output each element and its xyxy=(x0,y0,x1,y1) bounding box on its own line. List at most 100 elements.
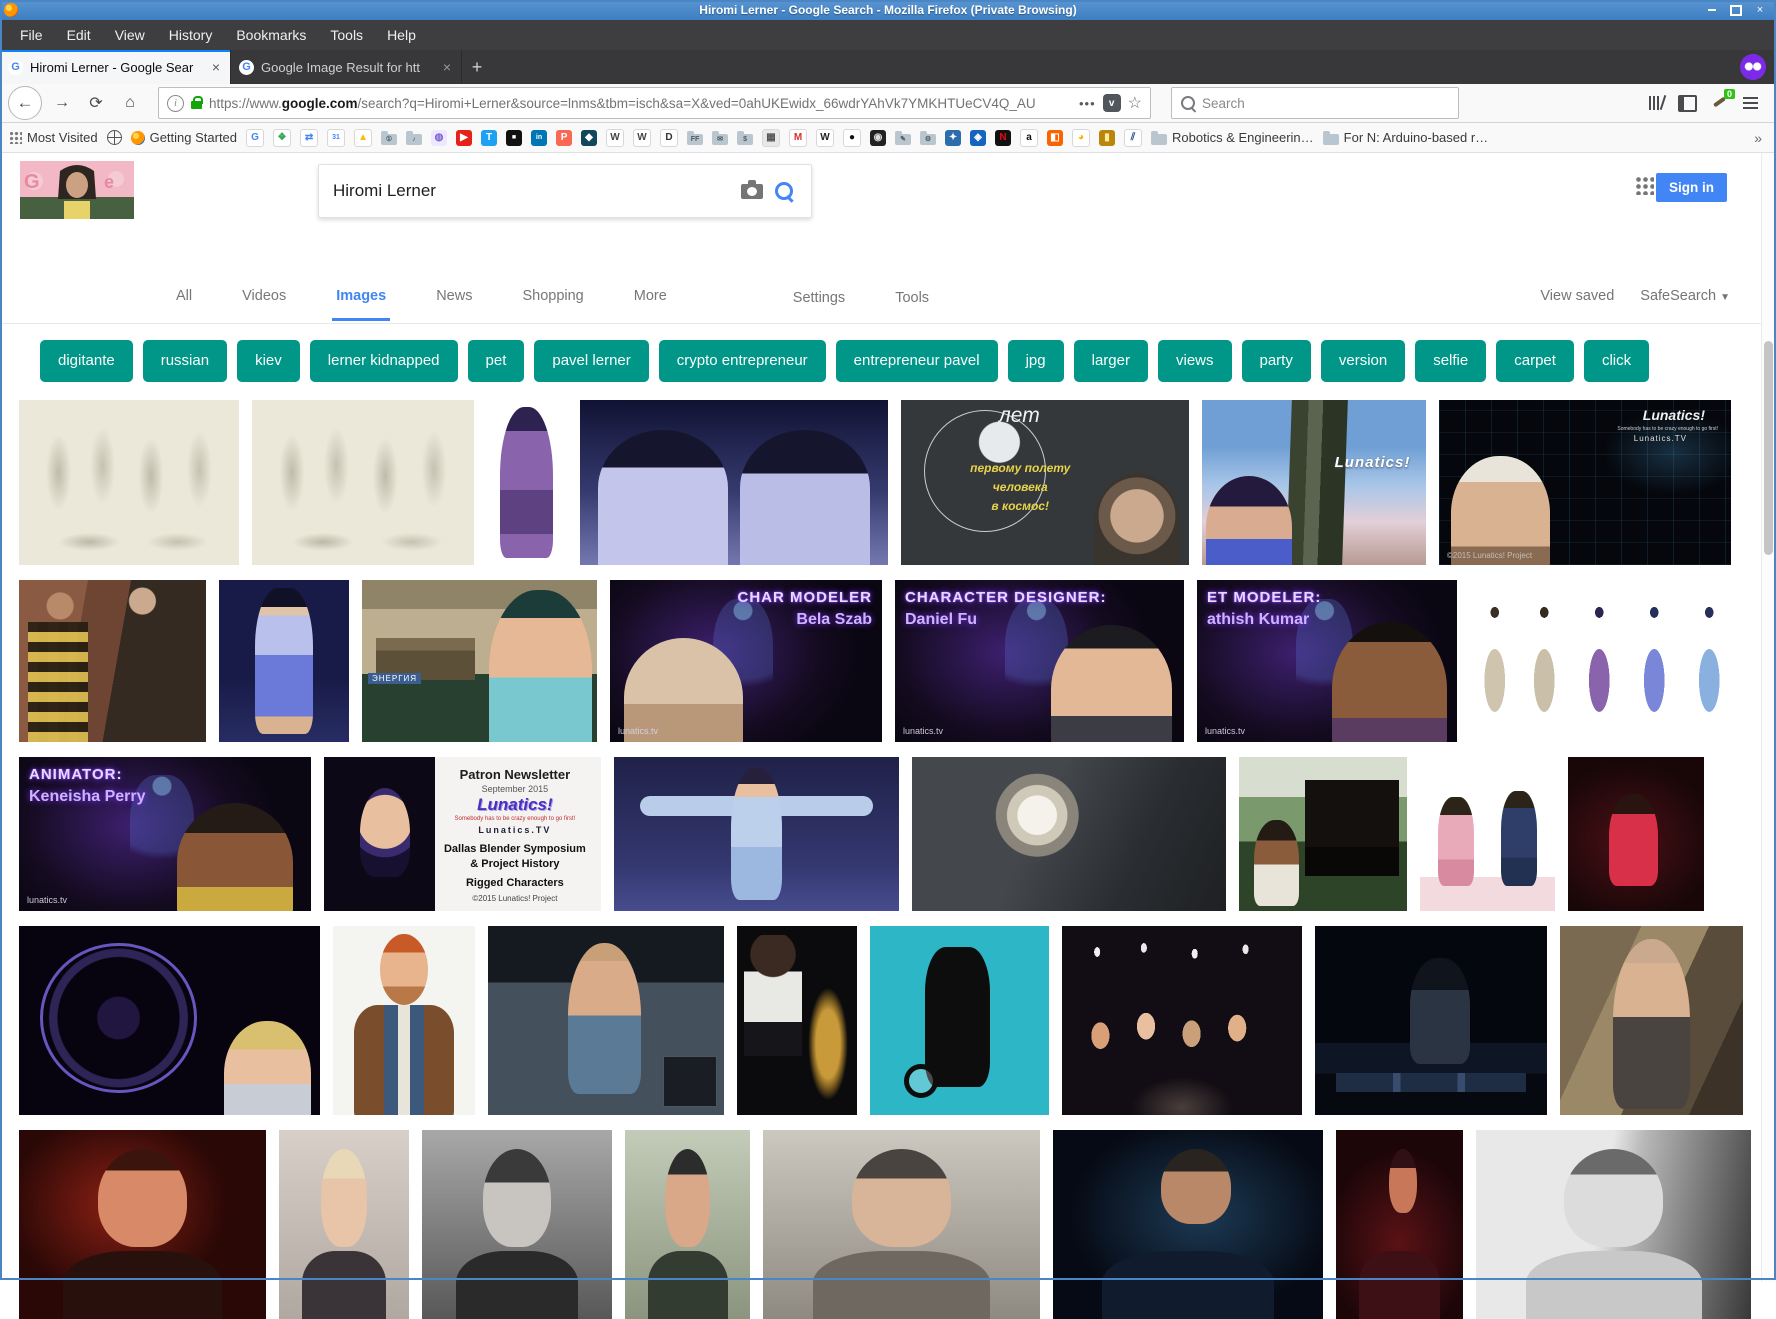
scrollbar-thumb[interactable] xyxy=(1764,341,1773,555)
bookmark-favicon[interactable]: ▦ xyxy=(762,129,780,147)
party-group-photo[interactable] xyxy=(1062,926,1302,1115)
bookmark-favicon[interactable]: ◕ xyxy=(1072,129,1090,147)
chip-selfie[interactable]: selfie xyxy=(1415,340,1486,382)
bookmark-favicon[interactable]: 31 xyxy=(327,129,345,147)
minimize-button[interactable] xyxy=(1704,4,1720,17)
photo-two-people-brick-wall[interactable] xyxy=(19,580,206,742)
home-button[interactable]: ⌂ xyxy=(116,89,144,117)
browser-search-field[interactable]: Search xyxy=(1171,87,1459,119)
flat-illustration-two-women[interactable] xyxy=(1420,757,1555,911)
library-icon[interactable] xyxy=(1648,95,1664,111)
bookmark-favicon[interactable]: a xyxy=(1020,129,1038,147)
menu-tools[interactable]: Tools xyxy=(320,23,373,47)
chip-digitante[interactable]: digitante xyxy=(40,340,133,382)
bookmark-favicon[interactable]: ◆ xyxy=(581,130,597,146)
menu-view[interactable]: View xyxy=(105,23,155,47)
guitarist-blue-stage[interactable] xyxy=(1053,1130,1323,1319)
view-saved-link[interactable]: View saved xyxy=(1540,288,1614,304)
3d-model-blue-skirt[interactable] xyxy=(219,580,349,742)
chip-russian[interactable]: russian xyxy=(143,340,227,382)
tools-menu[interactable]: Tools xyxy=(891,273,933,320)
bookmark-folder-icon[interactable]: FF xyxy=(687,134,703,145)
bookmark-star-icon[interactable]: ☆ xyxy=(1128,93,1142,113)
notes-addon-icon[interactable]: 0 xyxy=(1711,94,1729,112)
char-modeler-card[interactable]: CHAR MODELERBela Szablunatics.tv xyxy=(610,580,882,742)
bookmark-favicon[interactable]: D xyxy=(660,129,678,147)
bookmark-favicon[interactable]: ▶ xyxy=(456,130,472,146)
new-tab-button[interactable]: + xyxy=(462,50,492,84)
dj-dark-photo[interactable] xyxy=(1315,926,1547,1115)
bookmark-folder-icon[interactable]: ✎ xyxy=(895,134,911,145)
menu-bookmarks[interactable]: Bookmarks xyxy=(226,23,316,47)
bookmark-favicon[interactable]: W xyxy=(606,129,624,147)
menu-help[interactable]: Help xyxy=(377,23,426,47)
menu-hamburger-icon[interactable] xyxy=(1743,97,1758,99)
chip-pavel-lerner[interactable]: pavel lerner xyxy=(534,340,648,382)
character-sketch-sheet-2[interactable] xyxy=(252,400,474,565)
bookmark-favicon[interactable]: T xyxy=(481,130,497,146)
page-actions-icon[interactable]: ••• xyxy=(1079,96,1096,111)
concert-singer-red[interactable] xyxy=(19,1130,266,1319)
bookmark-favicon[interactable]: N xyxy=(995,130,1011,146)
rocket-launch-poster[interactable]: Lunatics! xyxy=(1202,400,1426,565)
tab-shopping[interactable]: Shopping xyxy=(518,271,587,321)
man-in-coat-portrait[interactable] xyxy=(763,1130,1040,1319)
google-search-box[interactable]: Hiromi Lerner xyxy=(318,164,812,218)
bookmark-folder-arduino[interactable]: For N: Arduino-based r… xyxy=(1323,130,1489,145)
bookmark-favicon[interactable]: ■ xyxy=(506,130,522,146)
detective-silhouette[interactable] xyxy=(870,926,1049,1115)
bookmark-favicon[interactable]: ⇄ xyxy=(300,129,318,147)
scrollbar-track[interactable] xyxy=(1761,153,1776,1282)
overflow-chevron-icon[interactable]: » xyxy=(1754,130,1766,146)
bookmark-favicon[interactable]: M xyxy=(789,129,807,147)
bookmark-favicon[interactable]: ✦ xyxy=(945,130,961,146)
pianist-red-dress[interactable] xyxy=(1568,757,1704,911)
close-button[interactable]: × xyxy=(1752,4,1768,17)
saxophone-player[interactable] xyxy=(737,926,857,1115)
google-apps-grid-icon[interactable] xyxy=(1636,177,1654,195)
bookmark-folder-icon[interactable]: ⚙ xyxy=(920,134,936,145)
chip-views[interactable]: views xyxy=(1158,340,1232,382)
url-text[interactable]: https://www.google.com/search?q=Hiromi+L… xyxy=(209,96,1072,111)
chip-pet[interactable]: pet xyxy=(468,340,525,382)
set-modeler-card[interactable]: ET MODELER:athish Kumarlunatics.tv xyxy=(1197,580,1457,742)
menu-file[interactable]: File xyxy=(10,23,53,47)
bookmark-favicon[interactable]: W xyxy=(816,129,834,147)
bookmark-folder-icon[interactable]: $ xyxy=(737,134,753,145)
google-search-icon[interactable] xyxy=(775,182,793,200)
chip-carpet[interactable]: carpet xyxy=(1496,340,1574,382)
bookmark-favicon[interactable]: ◍ xyxy=(431,130,447,146)
search-query[interactable]: Hiromi Lerner xyxy=(333,181,729,201)
purple-anime-girl[interactable] xyxy=(487,400,567,565)
tab-all[interactable]: All xyxy=(172,271,196,321)
chip-party[interactable]: party xyxy=(1242,340,1311,382)
bookmark-folder-icon[interactable]: ♪ xyxy=(406,134,422,145)
bookmark-folder-icon[interactable]: ① xyxy=(381,134,397,145)
tab-close-icon[interactable]: × xyxy=(210,59,222,75)
cosmonaut-anniversary-poster[interactable]: летпервому полету человека в космос! xyxy=(901,400,1189,565)
animator-card[interactable]: ANIMATOR:Keneisha Perrylunatics.tv xyxy=(19,757,311,911)
google-doodle-logo[interactable]: G e xyxy=(20,161,134,219)
man-at-restaurant[interactable] xyxy=(1560,926,1743,1115)
bookmark-folder-robotics[interactable]: Robotics & Engineerin… xyxy=(1151,130,1314,145)
tab-more[interactable]: More xyxy=(630,271,671,321)
blueprint-old-man[interactable]: Lunatics!Somebody has to be crazy enough… xyxy=(1439,400,1731,565)
bookmark-favicon[interactable]: ◧ xyxy=(1047,130,1063,146)
chip-entrepreneur-pavel[interactable]: entrepreneur pavel xyxy=(836,340,998,382)
tab-videos[interactable]: Videos xyxy=(238,271,290,321)
man-glasses-portrait[interactable] xyxy=(625,1130,750,1319)
bookmark-favicon[interactable]: W xyxy=(633,129,651,147)
video-call-man[interactable] xyxy=(488,926,724,1115)
tab-images[interactable]: Images xyxy=(332,271,390,321)
chip-kiev[interactable]: kiev xyxy=(237,340,300,382)
patron-newsletter-card[interactable]: Patron NewsletterSeptember 2015Lunatics!… xyxy=(324,757,601,911)
back-button[interactable]: ← xyxy=(8,86,42,120)
bookmark-favicon[interactable]: ❖ xyxy=(273,129,291,147)
search-by-image-camera-icon[interactable] xyxy=(741,184,763,199)
spacesuit-helmet-photo[interactable] xyxy=(912,757,1226,911)
bookmark-favicon[interactable]: ⫽ xyxy=(1124,129,1142,147)
menu-edit[interactable]: Edit xyxy=(57,23,101,47)
browser-tab-1[interactable]: G Hiromi Lerner - Google Sear × xyxy=(0,50,231,84)
browser-tab-2[interactable]: G Google Image Result for htt × xyxy=(231,50,462,84)
forward-button[interactable]: → xyxy=(48,89,76,117)
